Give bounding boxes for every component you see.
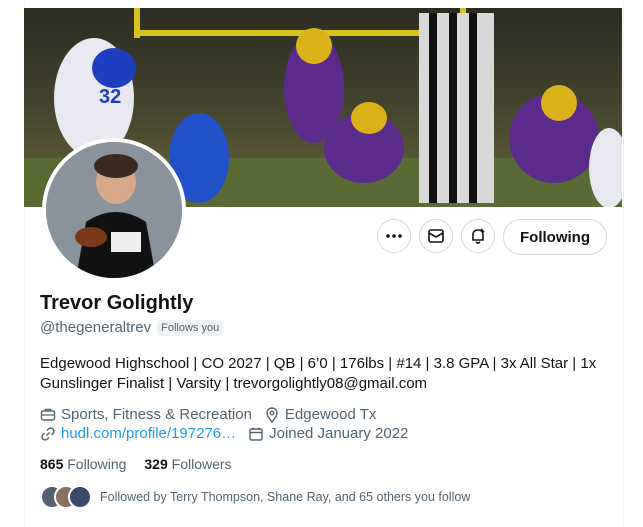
- profile-meta-row-2: hudl.com/profile/197276… Joined January …: [40, 425, 420, 442]
- joined-item: Joined January 2022: [248, 425, 408, 442]
- joined-text: Joined January 2022: [269, 425, 409, 442]
- briefcase-icon: [40, 408, 56, 421]
- follows-you-badge: Follows you: [157, 319, 224, 336]
- profile-handle: @thegeneraltrev: [40, 319, 152, 336]
- more-icon[interactable]: [377, 219, 412, 253]
- followed-by-text: Followed by Terry Thompson, Shane Ray, a…: [100, 490, 471, 504]
- message-icon[interactable]: [419, 219, 454, 253]
- follower-avatar: [68, 485, 92, 509]
- location-text: Edgewood Tx: [284, 406, 377, 423]
- following-stat[interactable]: 865 Following: [40, 456, 126, 472]
- website-item[interactable]: hudl.com/profile/197276…: [40, 425, 236, 442]
- notification-bell-icon[interactable]: [461, 219, 496, 253]
- website-link[interactable]: hudl.com/profile/197276…: [61, 425, 236, 442]
- profile-avatar[interactable]: [42, 138, 186, 282]
- following-label: Following: [67, 456, 127, 472]
- following-button[interactable]: Following: [503, 219, 607, 255]
- followed-by-row[interactable]: Followed by Terry Thompson, Shane Ray, a…: [40, 485, 470, 509]
- link-icon: [41, 426, 55, 441]
- profile-actions: Following: [377, 219, 607, 255]
- category-text: Sports, Fitness & Recreation: [61, 406, 252, 423]
- profile-stats: 865 Following 329 Followers: [40, 456, 232, 472]
- profile-bio: Edgewood Highschool | CO 2027 | QB | 6’0…: [40, 355, 597, 392]
- followers-stat[interactable]: 329 Followers: [144, 456, 231, 472]
- following-count: 865: [40, 456, 64, 472]
- profile-name: Trevor Golightly: [40, 292, 194, 314]
- followed-by-avatars: [40, 485, 92, 509]
- category-item: Sports, Fitness & Recreation: [40, 406, 252, 423]
- followers-label: Followers: [171, 456, 232, 472]
- calendar-icon: [249, 427, 263, 441]
- location-pin-icon: [266, 406, 278, 423]
- location-item: Edgewood Tx: [264, 406, 376, 423]
- handle-row: @thegeneraltrev Follows you: [40, 319, 224, 336]
- followers-count: 329: [144, 456, 168, 472]
- profile-meta-row-1: Sports, Fitness & Recreation Edgewood Tx: [40, 406, 388, 423]
- svg-text:32: 32: [99, 86, 121, 108]
